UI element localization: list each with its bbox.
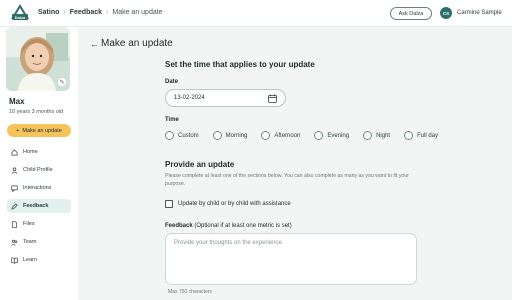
- checkbox-label: Update by child or by child with assista…: [178, 201, 291, 207]
- edit-photo-icon[interactable]: ✎: [57, 77, 67, 87]
- sidebar-item-label: Home: [23, 149, 38, 155]
- plus-icon: +: [16, 127, 20, 134]
- breadcrumb: Satino › Feedback › Make an update: [38, 9, 163, 16]
- time-label: Time: [165, 117, 179, 123]
- radio-label: Full day: [417, 132, 439, 139]
- radio-afternoon[interactable]: Afternoon: [261, 131, 300, 140]
- radio-full-day[interactable]: Full day: [404, 131, 438, 140]
- radio-morning[interactable]: Morning: [212, 131, 248, 140]
- sidebar-item-team[interactable]: Team: [7, 235, 71, 249]
- help-text: Please complete at least one of the sect…: [165, 173, 409, 187]
- max-characters-hint: Max 750 characters: [168, 289, 212, 295]
- date-input[interactable]: 13-02-2024: [165, 89, 286, 107]
- sidebar-item-label: Interactions: [23, 185, 52, 191]
- assisted-update-checkbox-row[interactable]: Update by child or by child with assista…: [165, 200, 291, 208]
- sidebar-item-label: Team: [23, 239, 37, 245]
- profile-icon: [11, 167, 18, 174]
- radio-night[interactable]: Night: [363, 131, 390, 140]
- radio-circle: [261, 131, 271, 140]
- calendar-icon[interactable]: [268, 94, 277, 103]
- feedback-label-bold: Feedback: [165, 223, 193, 229]
- sidebar-item-learn[interactable]: Learn: [7, 253, 71, 267]
- home-icon: [11, 148, 18, 155]
- file-icon: [11, 220, 18, 228]
- avatar: CS: [440, 7, 452, 19]
- breadcrumb-item-feedback[interactable]: Feedback: [70, 9, 102, 16]
- top-bar: Dalza Satino › Feedback › Make an update…: [0, 0, 512, 27]
- make-update-button[interactable]: + Make an update: [7, 124, 71, 137]
- back-arrow-icon[interactable]: ←: [90, 39, 99, 49]
- chevron-right-icon: ›: [106, 9, 109, 16]
- feedback-label-note: (Optional if at least one metric is set): [192, 223, 292, 229]
- radio-circle: [165, 131, 174, 140]
- radio-label: Afternoon: [274, 132, 301, 139]
- time-section-title: Set the time that applies to your update: [165, 60, 315, 69]
- user-menu[interactable]: CS Carmine Sample: [440, 7, 502, 19]
- child-name: Max: [9, 97, 25, 106]
- book-icon: [11, 257, 18, 264]
- radio-label: Evening: [327, 132, 350, 139]
- logo-text: Dalza: [15, 15, 26, 20]
- breadcrumb-item-current: Make an update: [112, 9, 163, 16]
- sidebar-item-label: Files: [23, 221, 35, 227]
- feedback-textarea[interactable]: Provide your thoughts on the experience.: [165, 233, 417, 285]
- main-content: ← Make an update Set the time that appli…: [78, 27, 512, 300]
- radio-circle: [363, 131, 373, 140]
- pen-icon: [11, 202, 18, 210]
- sidebar-item-files[interactable]: Files: [7, 217, 71, 231]
- breadcrumb-item-satino[interactable]: Satino: [38, 9, 59, 16]
- provide-update-title: Provide an update: [165, 160, 235, 169]
- time-radio-group: Custom Morning Afternoon Evening Night F…: [165, 131, 438, 140]
- date-value: 13-02-2024: [174, 95, 205, 101]
- sidebar-item-label: Child Profile: [23, 167, 53, 173]
- radio-circle: [212, 131, 222, 140]
- sidebar-item-home[interactable]: Home: [7, 145, 71, 159]
- radio-label: Morning: [225, 132, 248, 139]
- radio-circle: [404, 131, 414, 140]
- sidebar-item-interactions[interactable]: Interactions: [7, 181, 71, 195]
- radio-circle: [314, 131, 324, 140]
- team-icon: [11, 239, 18, 246]
- radio-custom[interactable]: Custom: [165, 131, 199, 140]
- assisted-update-checkbox[interactable]: [165, 200, 173, 208]
- sidebar-item-feedback[interactable]: Feedback: [7, 199, 71, 213]
- dalza-logo[interactable]: Dalza: [10, 3, 30, 21]
- child-age: 10 years 3 months old: [9, 109, 64, 115]
- make-update-label: Make an update: [22, 127, 62, 134]
- radio-evening[interactable]: Evening: [314, 131, 349, 140]
- chat-icon: [11, 185, 18, 192]
- feedback-label: Feedback (Optional if at least one metri…: [165, 223, 292, 229]
- child-photo: ✎: [6, 27, 70, 91]
- sidebar-item-child-profile[interactable]: Child Profile: [7, 163, 71, 177]
- sidebar-item-label: Learn: [23, 257, 38, 263]
- chevron-right-icon: ›: [63, 9, 66, 16]
- radio-label: Night: [376, 132, 391, 139]
- feedback-placeholder: Provide your thoughts on the experience.: [174, 240, 284, 246]
- page-title: Make an update: [101, 38, 173, 49]
- date-label: Date: [165, 79, 179, 85]
- user-name: Carmine Sample: [457, 10, 502, 16]
- sidebar-item-label: Feedback: [23, 203, 49, 209]
- sidebar-nav: Home Child Profile Interactions Feedback…: [7, 145, 71, 271]
- radio-label: Custom: [178, 132, 199, 139]
- ask-dalza-button[interactable]: Ask Dalza: [390, 7, 432, 20]
- sidebar: ✎ Max 10 years 3 months old + Make an up…: [0, 27, 78, 300]
